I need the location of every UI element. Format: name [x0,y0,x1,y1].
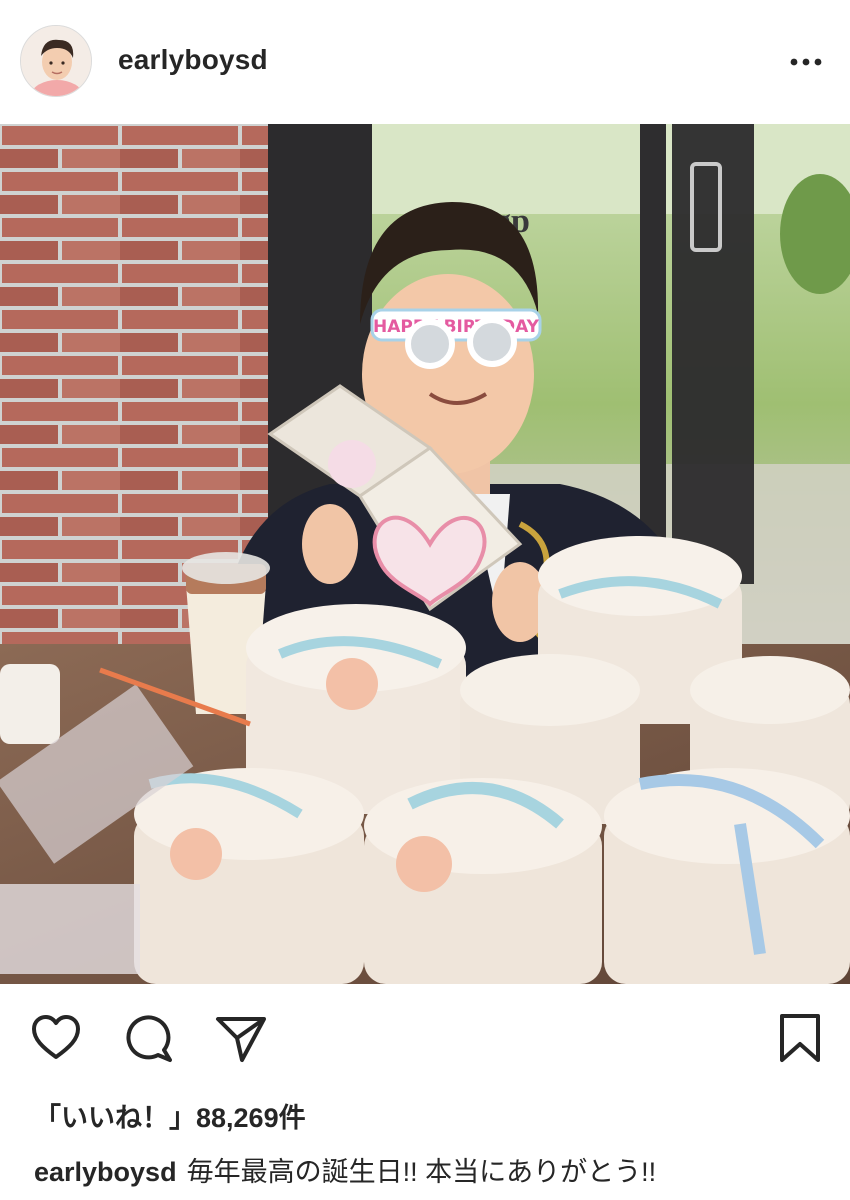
bookmark-icon [780,1014,820,1062]
post-username[interactable]: earlyboysd [118,44,268,76]
share-button[interactable] [212,1010,268,1066]
caption-username[interactable]: earlyboysd [34,1157,177,1187]
caption: earlyboysd 毎年最高の誕生日!! 本当にありがとう!! [34,1150,656,1189]
save-button[interactable] [772,1010,828,1066]
paper-plane-icon [216,1017,266,1062]
more-options-button[interactable] [786,50,826,74]
likes-count[interactable]: 「いいね！」88,269件 [34,1096,306,1135]
post-photo[interactable]: gp HAPPY BIRTHDAY [0,124,850,984]
avatar[interactable] [20,25,92,97]
like-button[interactable] [28,1010,84,1066]
avatar-image [21,26,91,96]
birthday-photo: gp HAPPY BIRTHDAY [0,124,850,984]
caption-text: 毎年最高の誕生日!! 本当にありがとう!! [186,1157,657,1187]
more-horizontal-icon [790,58,822,66]
post-header: earlyboysd [0,0,850,124]
comment-bubble-icon [126,1015,172,1062]
action-bar [0,1010,850,1072]
heart-icon [32,1015,80,1059]
instagram-post: earlyboysd gp HAPPY BIRTHDAY 「いいね！」88,26… [0,0,850,1200]
comment-button[interactable] [120,1010,176,1066]
